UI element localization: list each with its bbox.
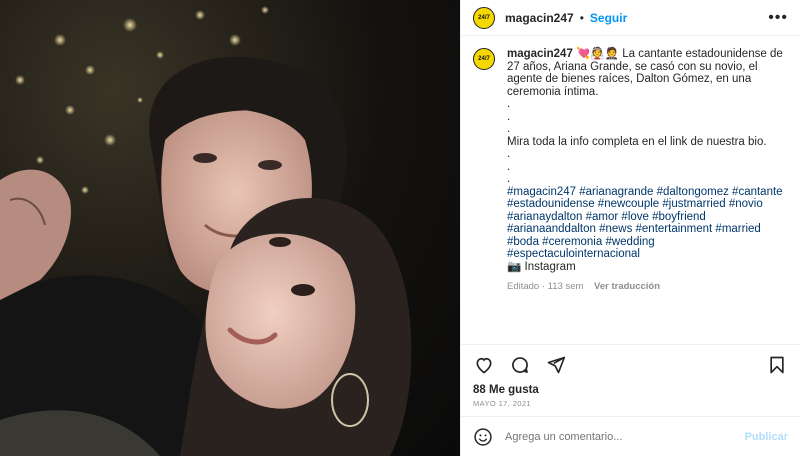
follow-button[interactable]: Seguir [590,11,627,25]
avatar[interactable]: 24/7 [473,6,495,29]
caption-meta: Editado · 113 sem Ver traducción [507,281,788,294]
caption-source: 📷 Instagram [507,260,576,273]
share-icon[interactable] [545,354,567,376]
emoji-icon[interactable] [473,427,493,447]
more-options-icon[interactable]: ••• [768,9,788,27]
comment-bar: Publicar [461,416,800,456]
caption-username[interactable]: magacin247 [507,48,573,60]
heart-icon[interactable] [473,354,495,376]
caption-link-note: Mira toda la info completa en el link de… [507,135,767,148]
header-username[interactable]: magacin247 [505,11,574,25]
post-photo[interactable] [0,0,460,456]
caption-dot: . [507,148,511,160]
action-bar [461,344,800,384]
caption-body: magacin247 💘👰🤵 La cantante estadounidens… [507,48,788,344]
caption-avatar[interactable]: 24/7 [473,48,495,70]
see-translation-button[interactable]: Ver traducción [594,281,660,292]
caption-dot: . [507,110,511,123]
caption-dot: . [507,98,511,110]
edited-timestamp: Editado · 113 sem [507,281,584,292]
publish-button[interactable]: Publicar [745,431,788,443]
caption-dot: . [507,123,511,135]
caption-section: 24/7 magacin247 💘👰🤵 La cantante estadoun… [461,36,800,344]
caption-hashtags[interactable]: #magacin247 #arianagrande #daltongomez #… [507,186,788,261]
post-date[interactable]: MAYO 17, 2021 [461,396,800,416]
caption-dot: . [507,173,511,185]
caption-dot: . [507,160,511,173]
post-header: 24/7 magacin247 • Seguir ••• [461,0,800,36]
likes-count[interactable]: 88 Me gusta [461,384,800,396]
comment-icon[interactable] [509,354,531,376]
instagram-post: 24/7 magacin247 • Seguir ••• 24/7 magaci… [0,0,800,456]
separator-dot: • [579,10,584,25]
couple-photo-illustration [0,6,412,456]
comment-input[interactable] [505,430,745,443]
caption-emojis: 💘👰🤵 [576,48,620,60]
post-details-panel: 24/7 magacin247 • Seguir ••• 24/7 magaci… [460,0,800,456]
bookmark-icon[interactable] [766,354,788,376]
